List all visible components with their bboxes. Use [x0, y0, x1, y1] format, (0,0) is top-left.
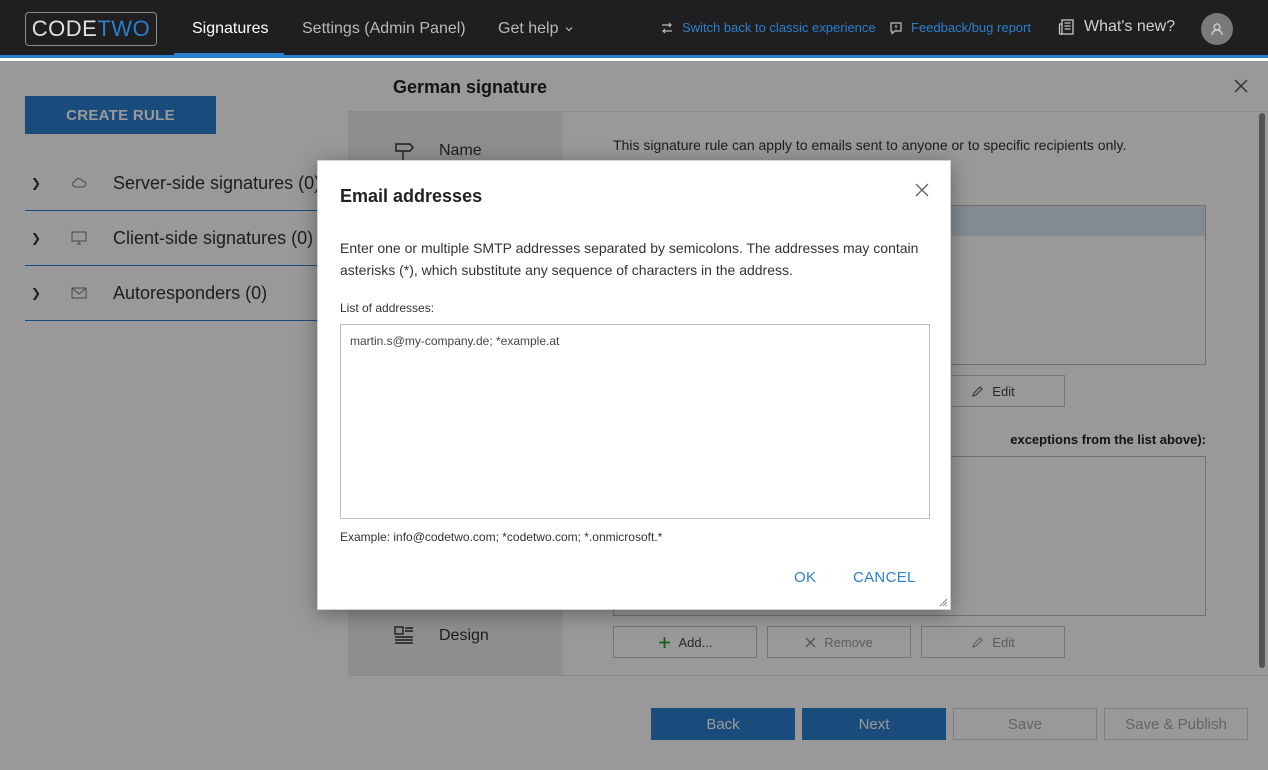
- switch-arrows-icon: [662, 22, 672, 33]
- nav-get-help-label: Get help: [498, 20, 559, 37]
- whats-new-button[interactable]: What's new?: [1058, 18, 1175, 36]
- ok-button[interactable]: OK: [794, 569, 816, 586]
- newspaper-icon: [1058, 19, 1074, 35]
- close-icon[interactable]: [913, 181, 931, 199]
- dialog-description: Enter one or multiple SMTP addresses sep…: [340, 240, 919, 278]
- user-icon: [1211, 23, 1223, 36]
- feedback-icon: [890, 21, 902, 35]
- logo-text-two: TWO: [97, 16, 151, 41]
- addresses-textarea[interactable]: martin.s@my-company.de; *example.at: [340, 324, 930, 519]
- addresses-label: List of addresses:: [340, 301, 435, 315]
- email-addresses-dialog: Email addresses Enter one or multiple SM…: [317, 160, 951, 610]
- top-bar: CODE TWO Signatures Settings (Admin Panel…: [0, 0, 1268, 58]
- dialog-title: Email addresses: [340, 186, 483, 206]
- nav-get-help[interactable]: Get help: [498, 0, 574, 58]
- nav-active-indicator: [174, 53, 284, 56]
- chevron-down-icon: [566, 27, 573, 32]
- whats-new-label: What's new?: [1084, 18, 1176, 35]
- user-avatar[interactable]: [1201, 13, 1233, 45]
- feedback-label: Feedback/bug report: [911, 20, 1031, 35]
- switch-classic-label: Switch back to classic experience: [682, 20, 876, 35]
- feedback-link[interactable]: Feedback/bug report: [889, 20, 1031, 35]
- nav-settings[interactable]: Settings (Admin Panel): [302, 0, 466, 58]
- cancel-button[interactable]: CANCEL: [853, 569, 916, 586]
- addresses-example: Example: info@codetwo.com; *codetwo.com;…: [340, 530, 663, 544]
- logo-text-code: CODE: [31, 16, 98, 41]
- switch-classic-link[interactable]: Switch back to classic experience: [660, 20, 876, 35]
- nav-signatures[interactable]: Signatures: [192, 0, 269, 58]
- resize-grip-icon[interactable]: [938, 597, 948, 607]
- codetwo-logo[interactable]: CODE TWO: [25, 12, 157, 46]
